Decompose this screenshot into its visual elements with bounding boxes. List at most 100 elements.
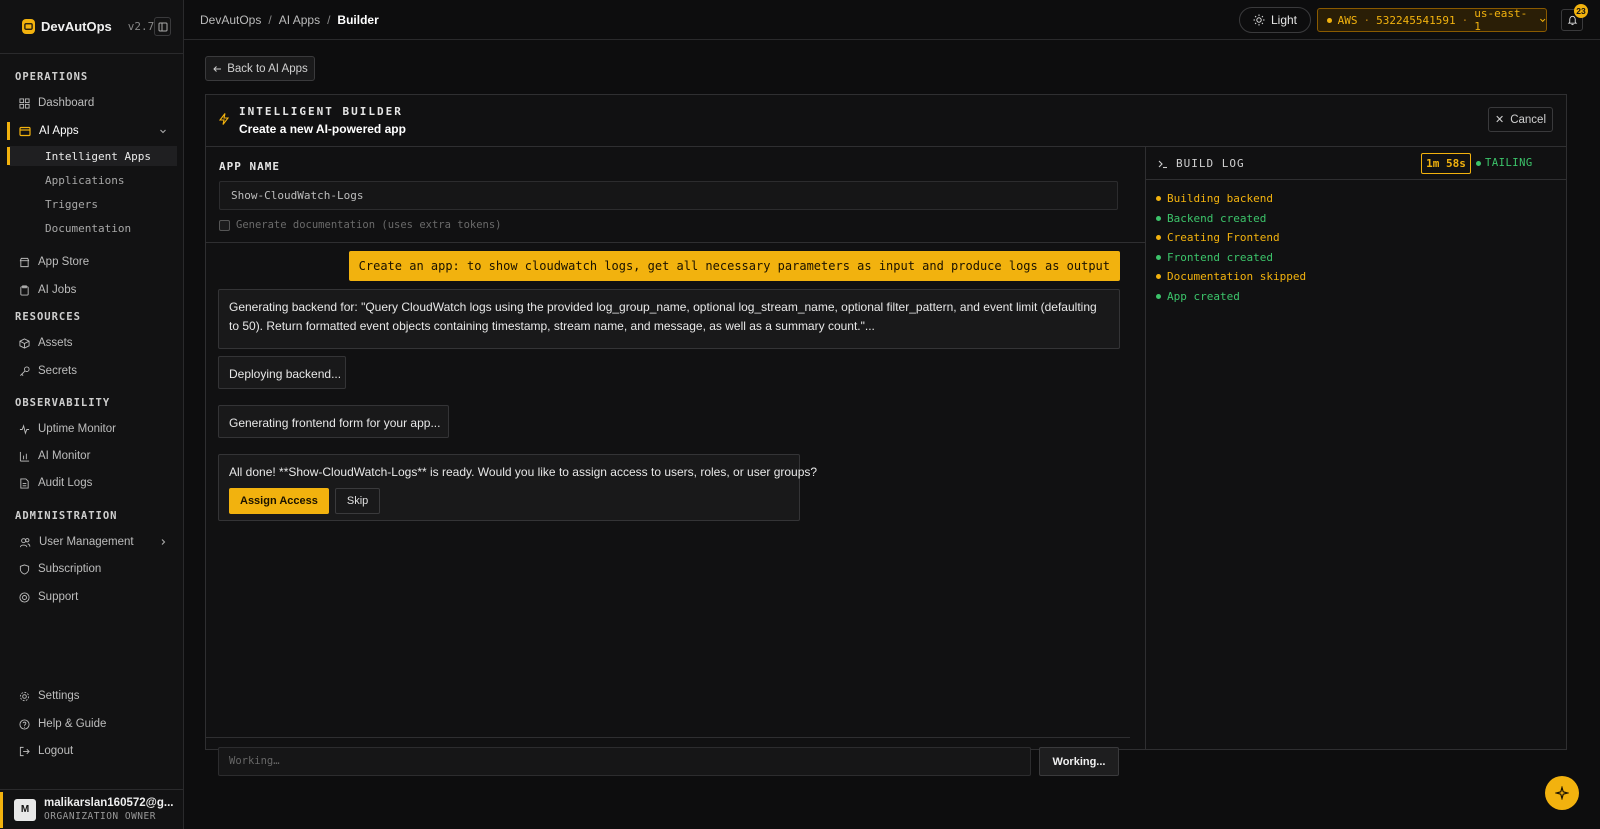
lifebuoy-icon [19, 591, 30, 603]
status-dot [1476, 160, 1481, 166]
log-line: Backend created [1156, 212, 1266, 225]
breadcrumb-devautops[interactable]: DevAutOps [200, 13, 261, 27]
sidebar-subitem-label: Intelligent Apps [45, 149, 151, 163]
sidebar-item-label: Support [38, 591, 79, 603]
app-name-input[interactable]: Show-CloudWatch-Logs [219, 181, 1118, 210]
cancel-label: Cancel [1510, 113, 1547, 126]
tailing-label: TAILING [1485, 157, 1533, 169]
user-profile[interactable]: M malikarslan160572@g... ORGANIZATION OW… [0, 789, 184, 829]
sidebar-item-settings[interactable]: Settings [9, 685, 175, 707]
sidebar-item-uptime-monitor[interactable]: Uptime Monitor [9, 418, 175, 440]
key-icon [20, 365, 30, 376]
sidebar-item-label: AI Apps [39, 125, 79, 137]
log-status-dot [1156, 294, 1161, 299]
sidebar-item-app-store[interactable]: App Store [9, 251, 175, 273]
bar-chart-icon [19, 451, 30, 462]
terminal-icon [1158, 160, 1167, 168]
sidebar: DevAutOps v2.7 OPERATIONS Dashboard AI A… [0, 0, 184, 829]
sidebar-item-label: Assets [38, 337, 73, 349]
builder-panel: INTELLIGENT BUILDER Create a new AI-powe… [205, 94, 1567, 776]
sidebar-item-logout[interactable]: Logout [9, 740, 175, 762]
sidebar-item-subscription[interactable]: Subscription [9, 558, 175, 580]
user-email: malikarslan160572@g... [44, 797, 174, 809]
chevron-right-icon [161, 539, 166, 545]
sidebar-item-ai-jobs[interactable]: AI Jobs [9, 279, 175, 301]
log-status-dot [1156, 235, 1161, 241]
log-line: Frontend created [1156, 251, 1273, 264]
log-status-dot [1156, 274, 1161, 280]
user-role: ORGANIZATION OWNER [44, 811, 156, 822]
sidebar-subitem-documentation[interactable]: Documentation [9, 218, 177, 238]
build-log-label: BUILD LOG [1176, 157, 1245, 170]
log-line: Building backend [1156, 192, 1273, 205]
chat-input[interactable]: Working… [218, 747, 1031, 776]
sidebar-subitem-label: Documentation [45, 221, 132, 235]
chevron-down-icon [1539, 18, 1545, 23]
sidebar-item-audit-logs[interactable]: Audit Logs [9, 472, 175, 494]
notification-count-badge: 23 [1574, 4, 1588, 18]
notifications-button[interactable]: 23 [1561, 4, 1588, 31]
sidebar-item-help-guide[interactable]: Help & Guide [9, 713, 175, 735]
tailing-status: TAILING [1476, 157, 1533, 169]
assistant-message: Deploying backend... [218, 356, 346, 389]
back-label: Back to AI Apps [227, 62, 308, 75]
aws-account-selector[interactable]: AWS · 532245541591 · us-east-1 [1317, 7, 1547, 33]
theme-label: Light [1270, 13, 1298, 27]
brand-name[interactable]: DevAutOps [41, 19, 112, 34]
assistant-message: Generating frontend form for your app... [218, 405, 449, 438]
build-log-title: BUILD LOG [1158, 157, 1245, 170]
sidebar-subitem-label: Applications [45, 173, 125, 187]
sidebar-item-ai-monitor[interactable]: AI Monitor [9, 445, 175, 467]
section-resources: RESOURCES [15, 311, 81, 323]
sidebar-subitem-triggers[interactable]: Triggers [9, 194, 177, 214]
doc-checkbox[interactable] [219, 219, 230, 231]
builder-title: INTELLIGENT BUILDER [239, 105, 403, 118]
skip-button[interactable]: Skip [334, 488, 381, 514]
logout-icon [19, 746, 30, 756]
aws-provider: AWS [1337, 13, 1358, 27]
close-icon: ✕ [1494, 114, 1505, 126]
users-icon [19, 537, 31, 547]
sidebar-item-label: Audit Logs [38, 477, 93, 489]
box-icon [19, 337, 30, 349]
breadcrumb-ai-apps[interactable]: AI Apps [279, 13, 320, 27]
sidebar-item-dashboard[interactable]: Dashboard [9, 92, 175, 114]
log-status-dot [1156, 254, 1161, 260]
log-text: Documentation skipped [1167, 270, 1307, 284]
sidebar-item-secrets[interactable]: Secrets [9, 360, 175, 382]
sidebar-item-user-management[interactable]: User Management [9, 531, 175, 553]
sidebar-item-label: Settings [38, 690, 80, 702]
ai-assistant-button[interactable] [1545, 776, 1579, 810]
log-text: Frontend created [1167, 250, 1273, 264]
app-name-label: APP NAME [219, 160, 280, 173]
sidebar-item-label: AI Jobs [38, 284, 77, 296]
gear-icon [19, 691, 30, 701]
avatar: M [14, 798, 36, 821]
sidebar-item-support[interactable]: Support [9, 586, 175, 608]
back-button[interactable]: Back to AI Apps [205, 56, 315, 81]
logo-icon [22, 19, 35, 34]
doc-checkbox-label: Generate documentation (uses extra token… [236, 219, 502, 231]
log-status-dot [1156, 215, 1161, 221]
assign-access-button[interactable]: Assign Access [229, 488, 329, 514]
sidebar-item-label: Logout [38, 745, 74, 757]
sidebar-subitem-intelligent-apps[interactable]: Intelligent Apps [7, 146, 177, 166]
sparkle-icon [1555, 786, 1569, 800]
sidebar-item-ai-apps[interactable]: AI Apps [7, 120, 175, 142]
lightning-icon [219, 113, 229, 125]
sidebar-subitem-applications[interactable]: Applications [9, 170, 177, 190]
elapsed-timer: 1m 58s [1421, 153, 1471, 174]
sidebar-collapse-icon[interactable] [154, 17, 171, 36]
theme-toggle-button[interactable]: Light [1239, 7, 1311, 33]
log-line: App created [1156, 290, 1240, 303]
active-indicator [7, 122, 10, 140]
pulse-icon [19, 423, 30, 435]
sidebar-subitem-label: Triggers [45, 197, 98, 211]
aws-region: us-east-1 [1474, 7, 1528, 33]
sidebar-item-assets[interactable]: Assets [9, 332, 175, 354]
doc-option[interactable]: Generate documentation (uses extra token… [219, 219, 502, 231]
shield-icon [19, 563, 30, 575]
cancel-button[interactable]: ✕ Cancel [1488, 107, 1553, 132]
send-button[interactable]: Working... [1039, 747, 1119, 776]
sidebar-header: DevAutOps v2.7 [0, 0, 183, 54]
